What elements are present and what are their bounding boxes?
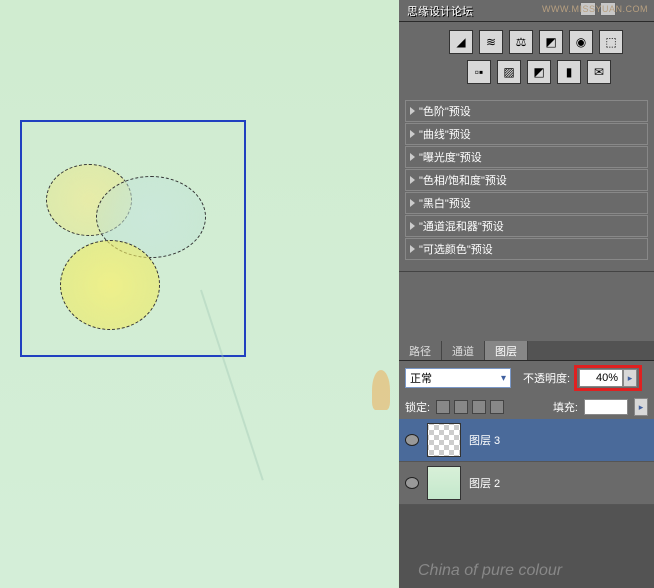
layer-name: 图层 2 bbox=[469, 475, 500, 491]
gradient1-icon[interactable]: ▨ bbox=[497, 60, 521, 84]
contrast-icon[interactable]: ◩ bbox=[539, 30, 563, 54]
photo-icon[interactable]: ◉ bbox=[569, 30, 593, 54]
triangle-icon bbox=[410, 130, 415, 138]
preset-label: "可选颜色"预设 bbox=[419, 241, 493, 257]
preset-item[interactable]: "色阶"预设 bbox=[405, 100, 648, 122]
misc-icon[interactable]: ⬚ bbox=[599, 30, 623, 54]
blend-mode-select[interactable]: 正常 ▾ bbox=[405, 368, 511, 388]
triangle-icon bbox=[410, 153, 415, 161]
visibility-eye-icon[interactable] bbox=[405, 477, 419, 489]
canvas-area[interactable] bbox=[0, 0, 398, 588]
panel-titlebar: 思缘设计论坛 WWW.MISSYUAN.COM bbox=[399, 0, 654, 22]
layer-thumbnail[interactable] bbox=[427, 423, 461, 457]
preset-label: "曲线"预设 bbox=[419, 126, 471, 142]
preset-label: "通道混和器"预设 bbox=[419, 218, 504, 234]
preset-item[interactable]: "黑白"预设 bbox=[405, 192, 648, 214]
fill-flyout-icon[interactable]: ▸ bbox=[634, 398, 648, 416]
tab-channels[interactable]: 通道 bbox=[442, 341, 485, 360]
figure-shape bbox=[372, 370, 390, 410]
triangle-icon bbox=[410, 245, 415, 253]
layers-list: 图层 3 图层 2 bbox=[399, 419, 654, 505]
curves-icon[interactable]: ≋ bbox=[479, 30, 503, 54]
triangle-icon bbox=[410, 199, 415, 207]
preset-label: "色相/饱和度"预设 bbox=[419, 172, 507, 188]
preset-label: "曝光度"预设 bbox=[419, 149, 482, 165]
fill-value: 100% bbox=[595, 401, 623, 413]
preset-label: "色阶"预设 bbox=[419, 103, 471, 119]
triangle-icon bbox=[410, 176, 415, 184]
visibility-eye-icon[interactable] bbox=[405, 434, 419, 446]
preset-item[interactable]: "色相/饱和度"预设 bbox=[405, 169, 648, 191]
balance-icon[interactable]: ⚖ bbox=[509, 30, 533, 54]
layer-row[interactable]: 图层 2 bbox=[399, 462, 654, 505]
blend-row: 正常 ▾ 不透明度: 40% ▸ bbox=[399, 361, 654, 395]
opacity-value: 40% bbox=[596, 372, 618, 384]
titlebar-text: 思缘设计论坛 bbox=[407, 3, 473, 19]
selection-blob bbox=[60, 240, 160, 330]
lock-all-icon[interactable] bbox=[490, 400, 504, 414]
layer-thumbnail[interactable] bbox=[427, 466, 461, 500]
adjustment-icons: ◢ ≋ ⚖ ◩ ◉ ⬚ ▫▪ ▨ ◩ ▮ ✉ bbox=[399, 22, 654, 98]
preset-item[interactable]: "可选颜色"预设 bbox=[405, 238, 648, 260]
preset-item[interactable]: "通道混和器"预设 bbox=[405, 215, 648, 237]
tab-layers[interactable]: 图层 bbox=[485, 341, 528, 360]
panel-tabs: 路径 通道 图层 bbox=[399, 341, 654, 361]
dropdown-arrow-icon: ▾ bbox=[501, 373, 506, 384]
tab-paths[interactable]: 路径 bbox=[399, 341, 442, 360]
layer-row[interactable]: 图层 3 bbox=[399, 419, 654, 462]
preset-item[interactable]: "曝光度"预设 bbox=[405, 146, 648, 168]
lock-position-icon[interactable] bbox=[472, 400, 486, 414]
lock-pixels-icon[interactable] bbox=[454, 400, 468, 414]
lock-transparency-icon[interactable] bbox=[436, 400, 450, 414]
lock-label: 锁定: bbox=[405, 399, 430, 415]
envelope-icon[interactable]: ✉ bbox=[587, 60, 611, 84]
gradient2-icon[interactable]: ▮ bbox=[557, 60, 581, 84]
opacity-control-highlighted: 40% ▸ bbox=[574, 365, 642, 391]
fill-input[interactable]: 100% bbox=[584, 399, 628, 415]
lock-row: 锁定: 填充: 100% ▸ bbox=[399, 395, 654, 419]
swap-icon[interactable]: ▫▪ bbox=[467, 60, 491, 84]
triangle-icon bbox=[410, 107, 415, 115]
panel-spacer bbox=[399, 271, 654, 341]
fill-label: 填充: bbox=[553, 399, 578, 415]
preset-list: "色阶"预设 "曲线"预设 "曝光度"预设 "色相/饱和度"预设 "黑白"预设 … bbox=[399, 98, 654, 271]
right-panel: 思缘设计论坛 WWW.MISSYUAN.COM ◢ ≋ ⚖ ◩ ◉ ⬚ ▫▪ ▨… bbox=[399, 0, 654, 588]
triangle-icon bbox=[410, 222, 415, 230]
watermark-url: WWW.MISSYUAN.COM bbox=[542, 4, 648, 14]
layer-name: 图层 3 bbox=[469, 432, 500, 448]
opacity-label: 不透明度: bbox=[523, 370, 570, 386]
preset-label: "黑白"预设 bbox=[419, 195, 471, 211]
blend-mode-value: 正常 bbox=[410, 370, 432, 386]
levels-icon[interactable]: ◢ bbox=[449, 30, 473, 54]
opacity-flyout-icon[interactable]: ▸ bbox=[623, 369, 637, 387]
footer-watermark: China of pure colour bbox=[418, 562, 562, 580]
lock-icons bbox=[436, 400, 504, 414]
preset-item[interactable]: "曲线"预设 bbox=[405, 123, 648, 145]
opacity-input[interactable]: 40% bbox=[579, 369, 623, 387]
stripe-icon[interactable]: ◩ bbox=[527, 60, 551, 84]
